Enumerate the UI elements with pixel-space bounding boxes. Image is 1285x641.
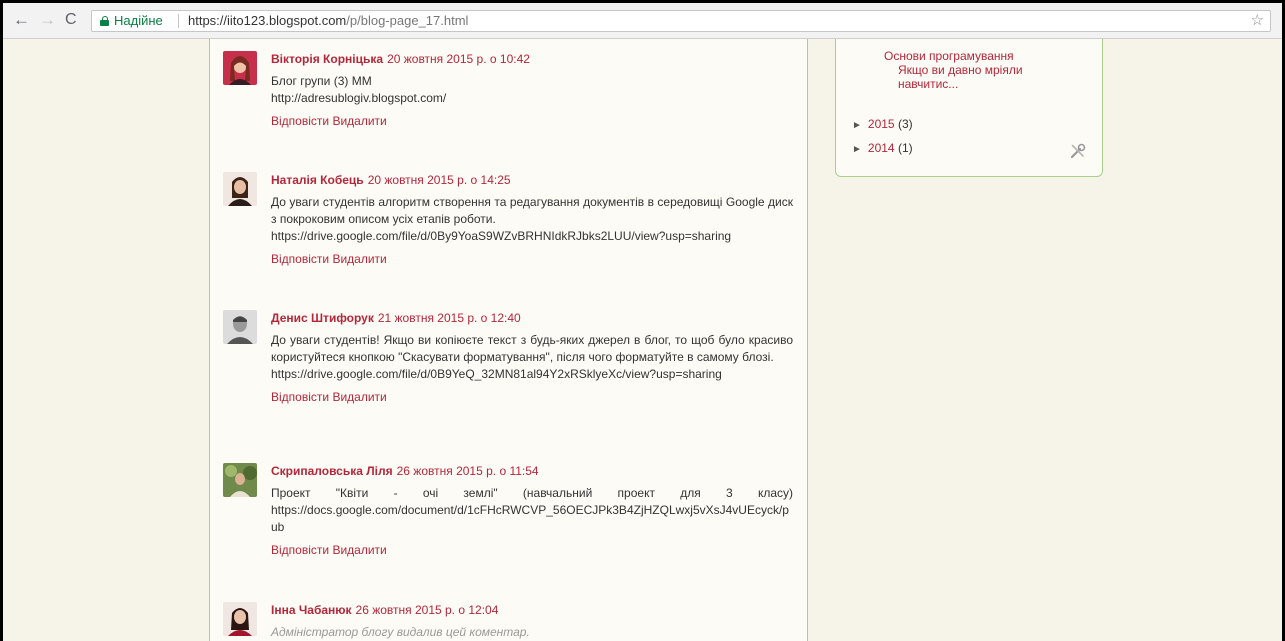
avatar-photo-icon	[223, 172, 257, 206]
comment-date[interactable]: 20 жовтня 2015 р. о 14:25	[368, 173, 511, 187]
back-arrow-icon[interactable]: ←	[13, 10, 30, 30]
expand-triangle-icon[interactable]: ►	[852, 120, 862, 131]
bookmark-star-icon[interactable]: ☆	[1251, 11, 1264, 31]
comment-text: Блог групи (3) ММ http://adresublogiv.bl…	[271, 73, 793, 107]
archive-count: (3)	[897, 117, 913, 131]
forward-arrow-icon[interactable]: →	[39, 10, 56, 30]
reply-link[interactable]: Відповісти	[271, 252, 329, 266]
comment-line: Блог групи (3) ММ	[271, 74, 372, 88]
comment-text: До уваги студентів алгоритм створення та…	[271, 194, 793, 245]
url-text[interactable]: https://iito123.blogspot.com/p/blog-page…	[188, 11, 468, 31]
address-bar[interactable]: Надійне https://iito123.blogspot.com/p/b…	[91, 10, 1271, 32]
secure-label: Надійне	[114, 13, 163, 28]
reply-link[interactable]: Відповісти	[271, 114, 329, 128]
comment-text: Проект "Квіти - очі землі" (навчальний п…	[271, 485, 793, 536]
comments-column: Вікторія Корніцька 20 жовтня 2015 р. о 10…	[209, 39, 808, 641]
sidebar-post-snippet[interactable]: Якщо ви давно мріяли навчитис...	[898, 63, 1048, 91]
lock-icon	[100, 16, 109, 26]
avatar[interactable]	[223, 463, 257, 497]
avatar-photo-icon	[223, 602, 257, 636]
comment-line: https://drive.google.com/file/d/0B9YeQ_3…	[271, 367, 722, 381]
delete-link[interactable]: Видалити	[332, 543, 386, 557]
comment-line: http://adresublogiv.blogspot.com/	[271, 91, 447, 105]
screen-frame-left	[0, 0, 3, 641]
sidebar-archive-widget: Основи програмування Якщо ви давно мріял…	[835, 39, 1103, 177]
comment-date[interactable]: 20 жовтня 2015 р. о 10:42	[387, 52, 530, 66]
comment-line: Проект "Квіти - очі землі" (навчальний п…	[271, 486, 793, 534]
avatar[interactable]	[223, 310, 257, 344]
avatar[interactable]	[223, 51, 257, 85]
comment-author-link[interactable]: Вікторія Корніцька	[271, 52, 383, 66]
sidebar-post-link[interactable]: Основи програмування	[884, 49, 1014, 63]
url-path: /p/blog-page_17.html	[346, 13, 469, 28]
archive-item[interactable]: ► 2015 (3)	[852, 117, 913, 131]
archive-count: (1)	[897, 141, 913, 155]
avatar[interactable]	[223, 602, 257, 636]
delete-link[interactable]: Видалити	[332, 390, 386, 404]
delete-link[interactable]: Видалити	[332, 114, 386, 128]
comment-line: До уваги студентів алгоритм створення та…	[271, 195, 793, 226]
archive-item[interactable]: ► 2014 (1)	[852, 141, 913, 155]
avatar-photo-icon	[223, 310, 257, 344]
comment-author-link[interactable]: Інна Чабанюк	[271, 603, 352, 617]
avatar-photo-icon	[223, 463, 257, 497]
reply-link[interactable]: Відповісти	[271, 390, 329, 404]
archive-year-link[interactable]: 2015	[868, 117, 895, 131]
deleted-comment-note: Адміністратор блогу видалив цей коментар…	[271, 625, 530, 639]
comment-date[interactable]: 21 жовтня 2015 р. о 12:40	[378, 311, 521, 325]
url-base: https://iito123.blogspot.com	[188, 13, 347, 28]
expand-triangle-icon[interactable]: ►	[852, 144, 862, 155]
comment-text: До уваги студентів! Якщо ви копіюєте тек…	[271, 332, 793, 383]
browser-toolbar: ← → C Надійне https://iito123.blogspot.c…	[3, 3, 1282, 39]
comment-author-link[interactable]: Денис Штифорук	[271, 311, 374, 325]
avatar[interactable]	[223, 172, 257, 206]
avatar-photo-icon	[223, 51, 257, 85]
wrench-screwdriver-icon[interactable]	[1069, 142, 1087, 160]
delete-link[interactable]: Видалити	[332, 252, 386, 266]
omnibox-divider	[178, 14, 179, 28]
comment-line: До уваги студентів! Якщо ви копіюєте тек…	[271, 333, 793, 364]
comment-line: https://drive.google.com/file/d/0By9YoaS…	[271, 229, 732, 243]
comment-author-link[interactable]: Скрипаловська Ліля	[271, 464, 393, 478]
comment-author-link[interactable]: Наталія Кобець	[271, 173, 364, 187]
reply-link[interactable]: Відповісти	[271, 543, 329, 557]
comment-date[interactable]: 26 жовтня 2015 р. о 12:04	[356, 603, 499, 617]
comment-date[interactable]: 26 жовтня 2015 р. о 11:54	[397, 464, 539, 478]
reload-icon[interactable]: C	[65, 10, 77, 30]
archive-year-link[interactable]: 2014	[868, 141, 895, 155]
